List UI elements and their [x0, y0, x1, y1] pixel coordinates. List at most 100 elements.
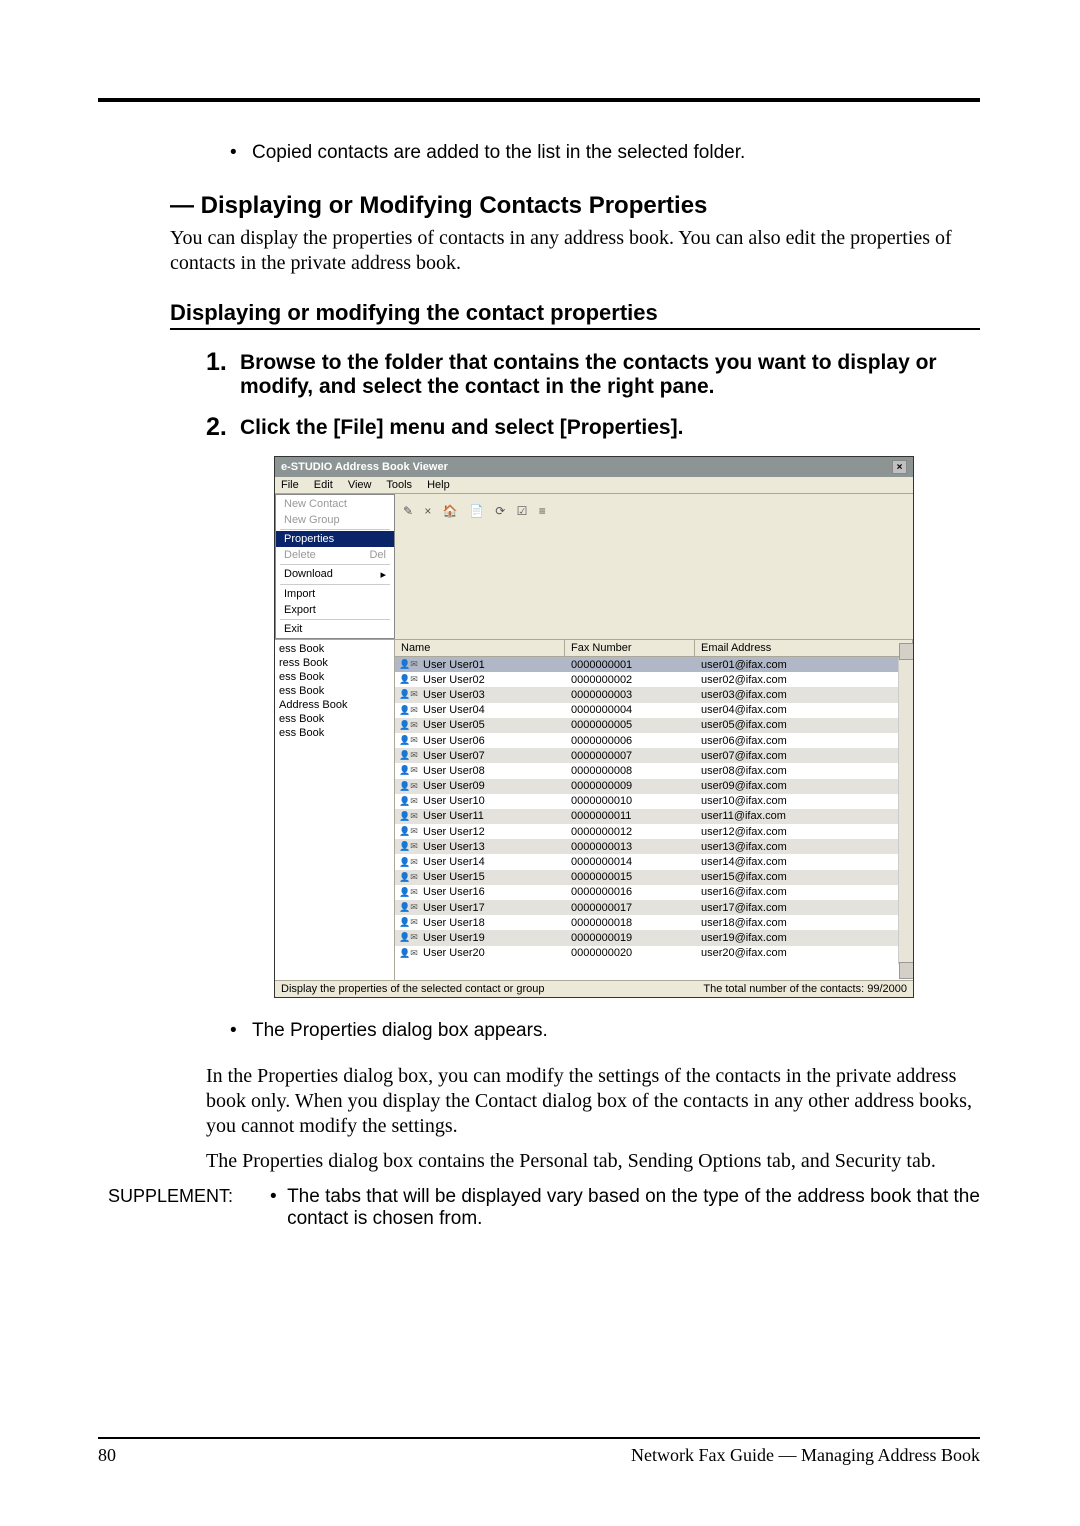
- page-footer: 80 Network Fax Guide — Managing Address …: [98, 1437, 980, 1466]
- cell-email: user02@ifax.com: [695, 674, 913, 686]
- menu-file[interactable]: File: [281, 479, 299, 491]
- footer-title: Network Fax Guide — Managing Address Boo…: [631, 1445, 980, 1466]
- table-row[interactable]: 👤✉User User160000000016user16@ifax.com: [395, 885, 913, 900]
- contact-icon: 👤✉: [395, 811, 423, 822]
- table-row[interactable]: 👤✉User User150000000015user15@ifax.com: [395, 870, 913, 885]
- contact-icon: 👤✉: [395, 826, 423, 837]
- table-row[interactable]: 👤✉User User110000000011user11@ifax.com: [395, 809, 913, 824]
- table-row[interactable]: 👤✉User User170000000017user17@ifax.com: [395, 900, 913, 915]
- menu-edit[interactable]: Edit: [314, 479, 333, 491]
- table-row[interactable]: 👤✉User User180000000018user18@ifax.com: [395, 915, 913, 930]
- table-row[interactable]: 👤✉User User080000000008user08@ifax.com: [395, 763, 913, 778]
- cell-fax: 0000000014: [565, 856, 695, 868]
- cell-email: user11@ifax.com: [695, 810, 913, 822]
- list-header: Name Fax Number Email Address: [395, 640, 913, 657]
- table-row[interactable]: 👤✉User User190000000019user19@ifax.com: [395, 930, 913, 945]
- cell-fax: 0000000019: [565, 932, 695, 944]
- bullet-icon: •: [270, 1186, 287, 1230]
- cell-email: user06@ifax.com: [695, 735, 913, 747]
- table-row[interactable]: 👤✉User User070000000007user07@ifax.com: [395, 748, 913, 763]
- contact-icon: 👤✉: [395, 720, 423, 731]
- explanation-para-1: In the Properties dialog box, you can mo…: [206, 1064, 980, 1139]
- app-window: e-STUDIO Address Book Viewer × File Edit…: [274, 456, 914, 998]
- contact-icon: 👤✉: [395, 948, 423, 959]
- cell-email: user15@ifax.com: [695, 871, 913, 883]
- col-email[interactable]: Email Address: [695, 640, 913, 656]
- table-row[interactable]: 👤✉User User100000000010user10@ifax.com: [395, 794, 913, 809]
- cell-email: user09@ifax.com: [695, 780, 913, 792]
- cell-fax: 0000000001: [565, 659, 695, 671]
- tree-item[interactable]: ess Book: [277, 726, 392, 740]
- col-fax[interactable]: Fax Number: [565, 640, 695, 656]
- cell-name: User User15: [423, 871, 565, 883]
- cell-name: User User07: [423, 750, 565, 762]
- table-row[interactable]: 👤✉User User140000000014user14@ifax.com: [395, 854, 913, 869]
- cell-fax: 0000000002: [565, 674, 695, 686]
- cell-name: User User04: [423, 704, 565, 716]
- step-2-number: 2.: [206, 413, 236, 442]
- cell-name: User User08: [423, 765, 565, 777]
- cell-email: user01@ifax.com: [695, 659, 913, 671]
- menu-help[interactable]: Help: [427, 479, 450, 491]
- mi-download[interactable]: Download▸: [276, 566, 394, 583]
- contact-list: Name Fax Number Email Address 👤✉User Use…: [395, 640, 913, 980]
- mi-import[interactable]: Import: [276, 586, 394, 602]
- menu-view[interactable]: View: [348, 479, 372, 491]
- cell-email: user13@ifax.com: [695, 841, 913, 853]
- cell-email: user19@ifax.com: [695, 932, 913, 944]
- col-name[interactable]: Name: [395, 640, 565, 656]
- cell-fax: 0000000018: [565, 917, 695, 929]
- tree-item[interactable]: ress Book: [277, 656, 392, 670]
- table-row[interactable]: 👤✉User User030000000003user03@ifax.com: [395, 687, 913, 702]
- tree-item[interactable]: Address Book: [277, 698, 392, 712]
- step-2: 2. Click the [File] menu and select [Pro…: [206, 413, 980, 442]
- table-row[interactable]: 👤✉User User200000000020user20@ifax.com: [395, 946, 913, 961]
- cell-email: user18@ifax.com: [695, 917, 913, 929]
- toolbar[interactable]: ✎ × 🏠 📄 ⟳ ☑ ≡: [395, 494, 913, 639]
- tree-item[interactable]: ess Book: [277, 684, 392, 698]
- cell-name: User User01: [423, 659, 565, 671]
- table-row[interactable]: 👤✉User User020000000002user02@ifax.com: [395, 672, 913, 687]
- window-title: e-STUDIO Address Book Viewer: [281, 461, 448, 473]
- section-description: You can display the properties of contac…: [170, 226, 980, 276]
- folder-tree[interactable]: ess Book ress Book ess Book ess Book Add…: [275, 640, 395, 980]
- contact-icon: 👤✉: [395, 659, 423, 670]
- step-2-text: Click the [File] menu and select [Proper…: [240, 413, 683, 442]
- contact-icon: 👤✉: [395, 735, 423, 746]
- cell-email: user04@ifax.com: [695, 704, 913, 716]
- result-bullet: •The Properties dialog box appears.: [230, 1020, 980, 1042]
- cell-email: user14@ifax.com: [695, 856, 913, 868]
- mi-delete: DeleteDel: [276, 547, 394, 563]
- menubar: File Edit View Tools Help: [275, 477, 913, 493]
- table-row[interactable]: 👤✉User User040000000004user04@ifax.com: [395, 703, 913, 718]
- table-row[interactable]: 👤✉User User090000000009user09@ifax.com: [395, 779, 913, 794]
- tree-item[interactable]: ess Book: [277, 712, 392, 726]
- contact-icon: 👤✉: [395, 902, 423, 913]
- table-row[interactable]: 👤✉User User130000000013user13@ifax.com: [395, 839, 913, 854]
- cell-email: user10@ifax.com: [695, 795, 913, 807]
- table-row[interactable]: 👤✉User User010000000001user01@ifax.com: [395, 657, 913, 672]
- statusbar: Display the properties of the selected c…: [275, 980, 913, 997]
- cell-fax: 0000000016: [565, 886, 695, 898]
- cell-fax: 0000000015: [565, 871, 695, 883]
- procedure-rule: [170, 328, 980, 330]
- contact-icon: 👤✉: [395, 887, 423, 898]
- table-row[interactable]: 👤✉User User060000000006user06@ifax.com: [395, 733, 913, 748]
- contact-icon: 👤✉: [395, 750, 423, 761]
- tree-item[interactable]: ess Book: [277, 642, 392, 656]
- cell-name: User User09: [423, 780, 565, 792]
- titlebar: e-STUDIO Address Book Viewer ×: [275, 457, 913, 477]
- cell-name: User User03: [423, 689, 565, 701]
- cell-name: User User02: [423, 674, 565, 686]
- mi-exit[interactable]: Exit: [276, 621, 394, 637]
- supplement-label: SUPPLEMENT:: [98, 1186, 270, 1230]
- menu-tools[interactable]: Tools: [386, 479, 412, 491]
- tree-item[interactable]: ess Book: [277, 670, 392, 684]
- scrollbar-vertical[interactable]: [898, 658, 913, 964]
- table-row[interactable]: 👤✉User User050000000005user05@ifax.com: [395, 718, 913, 733]
- table-row[interactable]: 👤✉User User120000000012user12@ifax.com: [395, 824, 913, 839]
- close-icon[interactable]: ×: [892, 460, 907, 474]
- mi-export[interactable]: Export: [276, 602, 394, 618]
- mi-properties[interactable]: Properties: [276, 531, 394, 547]
- cell-name: User User16: [423, 886, 565, 898]
